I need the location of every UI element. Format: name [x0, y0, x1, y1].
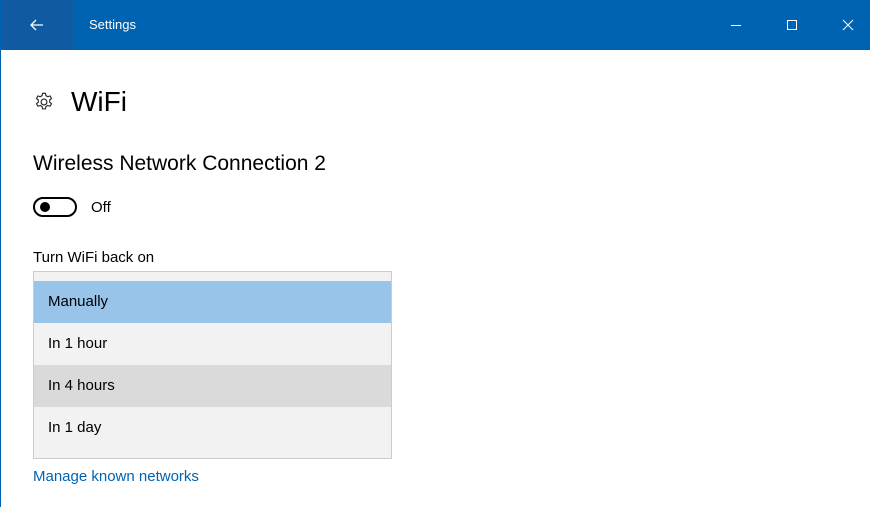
wifi-toggle-row: Off: [33, 195, 111, 219]
turn-back-on-label: Turn WiFi back on: [33, 249, 155, 266]
settings-window: Settings WiFi Wireless Network Connectio…: [0, 0, 870, 507]
minimize-icon: [731, 25, 741, 26]
title-bar: Settings: [1, 0, 870, 50]
option-manually[interactable]: Manually: [34, 281, 391, 323]
turn-back-on-dropdown[interactable]: Manually In 1 hour In 4 hours In 1 day: [33, 271, 392, 459]
manage-known-networks-link[interactable]: Manage known networks: [33, 468, 199, 485]
adapter-name: Wireless Network Connection 2: [33, 152, 326, 175]
maximize-icon: [787, 20, 797, 30]
wifi-toggle[interactable]: [33, 197, 77, 217]
option-in-1-hour[interactable]: In 1 hour: [34, 323, 391, 365]
back-button[interactable]: [1, 0, 73, 50]
close-button[interactable]: [825, 0, 870, 50]
arrow-left-icon: [30, 19, 43, 31]
option-in-1-day[interactable]: In 1 day: [34, 407, 391, 449]
minimize-button[interactable]: [713, 0, 759, 50]
toggle-knob: [40, 202, 50, 212]
page-header: WiFi: [33, 84, 127, 120]
app-title: Settings: [89, 17, 136, 32]
page-title: WiFi: [71, 86, 127, 117]
maximize-button[interactable]: [769, 0, 815, 50]
gear-icon: [35, 92, 53, 110]
toggle-state-label: Off: [91, 198, 111, 216]
option-in-4-hours[interactable]: In 4 hours: [34, 365, 391, 407]
close-icon: [842, 19, 854, 31]
